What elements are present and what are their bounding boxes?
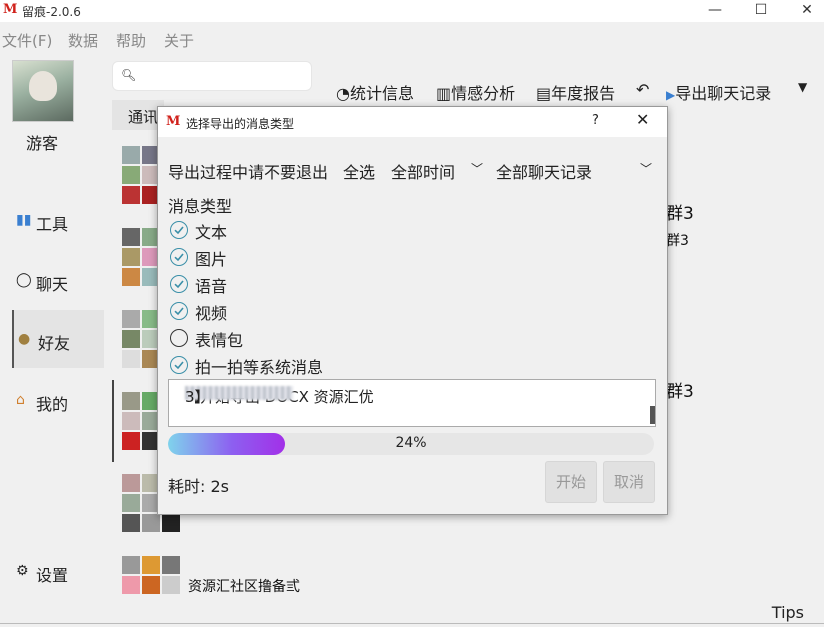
dropdown-arrow-icon[interactable]: ▼: [798, 80, 807, 94]
group-name: 群3: [666, 204, 694, 224]
progress-text: 24%: [395, 435, 427, 451]
stats-button[interactable]: ◔统计信息: [336, 80, 414, 104]
group-last-message: 群3: [666, 233, 689, 249]
scope-select[interactable]: 全部聊天记录: [496, 159, 592, 183]
log-scrollbar[interactable]: [650, 406, 655, 424]
help-button[interactable]: ?: [592, 113, 599, 128]
dialog-title: 选择导出的消息类型: [186, 117, 295, 131]
dialog-title-bar: M 选择导出的消息类型 ? ✕: [158, 107, 667, 137]
search-icon: 🔍︎: [121, 68, 137, 82]
sidebar-item-tools[interactable]: ▮▮ 工具: [12, 204, 102, 240]
progress-bar: 24%: [168, 433, 654, 455]
message-types-label: 消息类型: [168, 197, 233, 216]
menu-file[interactable]: 文件(F): [2, 30, 52, 51]
cancel-button[interactable]: 取消: [603, 461, 655, 503]
nickname: 游客: [26, 134, 59, 153]
group-avatar[interactable]: [122, 556, 182, 616]
pie-chart-icon: ◔: [336, 84, 350, 103]
export-button[interactable]: ▶导出聊天记录: [666, 80, 771, 104]
back-icon[interactable]: ↶: [636, 80, 649, 99]
check-circle-icon: [170, 248, 188, 266]
contacts-icon: ●: [18, 331, 31, 347]
checkbox-video[interactable]: 视频: [170, 300, 470, 324]
checkbox-label: 文本: [195, 223, 228, 242]
checkbox-label: 视频: [195, 304, 228, 323]
tab-label: 通讯: [128, 108, 159, 126]
select-all-button[interactable]: 全选: [343, 159, 375, 183]
checkbox-voice[interactable]: 语音: [170, 273, 470, 297]
check-circle-icon: [170, 275, 188, 293]
chevron-down-icon[interactable]: ﹀: [640, 160, 652, 177]
home-icon: ⌂: [16, 392, 25, 408]
export-log[interactable]: 【开始导出 DOCX 资源汇优3】: [168, 379, 656, 427]
sidebar-item-label: 工具: [36, 215, 69, 234]
menu-about[interactable]: 关于: [164, 30, 194, 51]
sidebar-item-label: 我的: [36, 395, 69, 414]
chevron-down-icon[interactable]: ﹀: [471, 160, 483, 177]
checkbox-label: 表情包: [195, 331, 244, 350]
checkbox-sticker[interactable]: 表情包: [170, 327, 470, 351]
tools-icon: ▮▮: [16, 212, 32, 228]
checkbox-system-message[interactable]: 拍一拍等系统消息: [170, 354, 470, 378]
check-circle-icon: [170, 221, 188, 239]
export-hint: 导出过程中请不要退出: [168, 163, 329, 182]
checkbox-label: 拍一拍等系统消息: [195, 358, 324, 377]
start-button[interactable]: 开始: [545, 461, 597, 503]
sidebar-item-mine[interactable]: ⌂ 我的: [12, 384, 102, 420]
window-title: 留痕-2.0.6: [22, 5, 81, 19]
sidebar-item-label: 好友: [38, 334, 71, 353]
time-range-select[interactable]: 全部时间: [391, 159, 455, 183]
sidebar-item-label: 聊天: [36, 275, 69, 294]
menu-help[interactable]: 帮助: [116, 30, 146, 51]
app-logo-icon: M: [166, 114, 181, 129]
checkbox-text[interactable]: 文本: [170, 219, 470, 243]
app-logo-icon: M: [3, 2, 18, 17]
sidebar-item-chat[interactable]: ◯ 聊天: [12, 264, 102, 300]
elapsed-time: 耗时: 2s: [168, 477, 229, 496]
avatar[interactable]: [12, 60, 74, 122]
group-name: 群3: [666, 382, 694, 402]
chat-icon: ◯: [16, 272, 32, 288]
gear-icon: ⚙: [16, 563, 29, 579]
group-name: 资源汇社区撸备弎: [188, 579, 300, 595]
sidebar-item-contacts[interactable]: ● 好友: [12, 310, 104, 368]
minimize-button[interactable]: —: [692, 0, 738, 22]
maximize-button[interactable]: ☐: [738, 0, 784, 22]
dialog-close-button[interactable]: ✕: [636, 110, 649, 129]
bar-chart-icon: ▥: [436, 84, 452, 103]
empty-circle-icon: [170, 329, 188, 347]
settings-label: 设置: [36, 566, 69, 585]
sentiment-button[interactable]: ▥情感分析: [436, 80, 515, 104]
selected-indicator: [112, 380, 114, 462]
flag-icon: ▶: [666, 88, 676, 102]
check-circle-icon: [170, 356, 188, 374]
calendar-icon: ▤: [536, 84, 552, 103]
check-circle-icon: [170, 302, 188, 320]
menu-data[interactable]: 数据: [68, 30, 98, 51]
divider: [0, 623, 824, 624]
annual-report-button[interactable]: ▤年度报告: [536, 80, 615, 104]
checkbox-label: 语音: [195, 277, 228, 296]
export-dialog: M 选择导出的消息类型 ? ✕ 导出过程中请不要退出 全选 全部时间 ﹀ 全部聊…: [157, 106, 668, 515]
checkbox-label: 图片: [195, 250, 228, 269]
close-button[interactable]: ✕: [784, 0, 824, 22]
search-input[interactable]: 🔍︎: [112, 61, 312, 91]
title-bar: M 留痕-2.0.6 — ☐ ✕: [0, 0, 824, 22]
settings-button[interactable]: ⚙ 设置: [12, 555, 102, 591]
tips-label[interactable]: Tips: [772, 603, 804, 622]
checkbox-image[interactable]: 图片: [170, 246, 470, 270]
